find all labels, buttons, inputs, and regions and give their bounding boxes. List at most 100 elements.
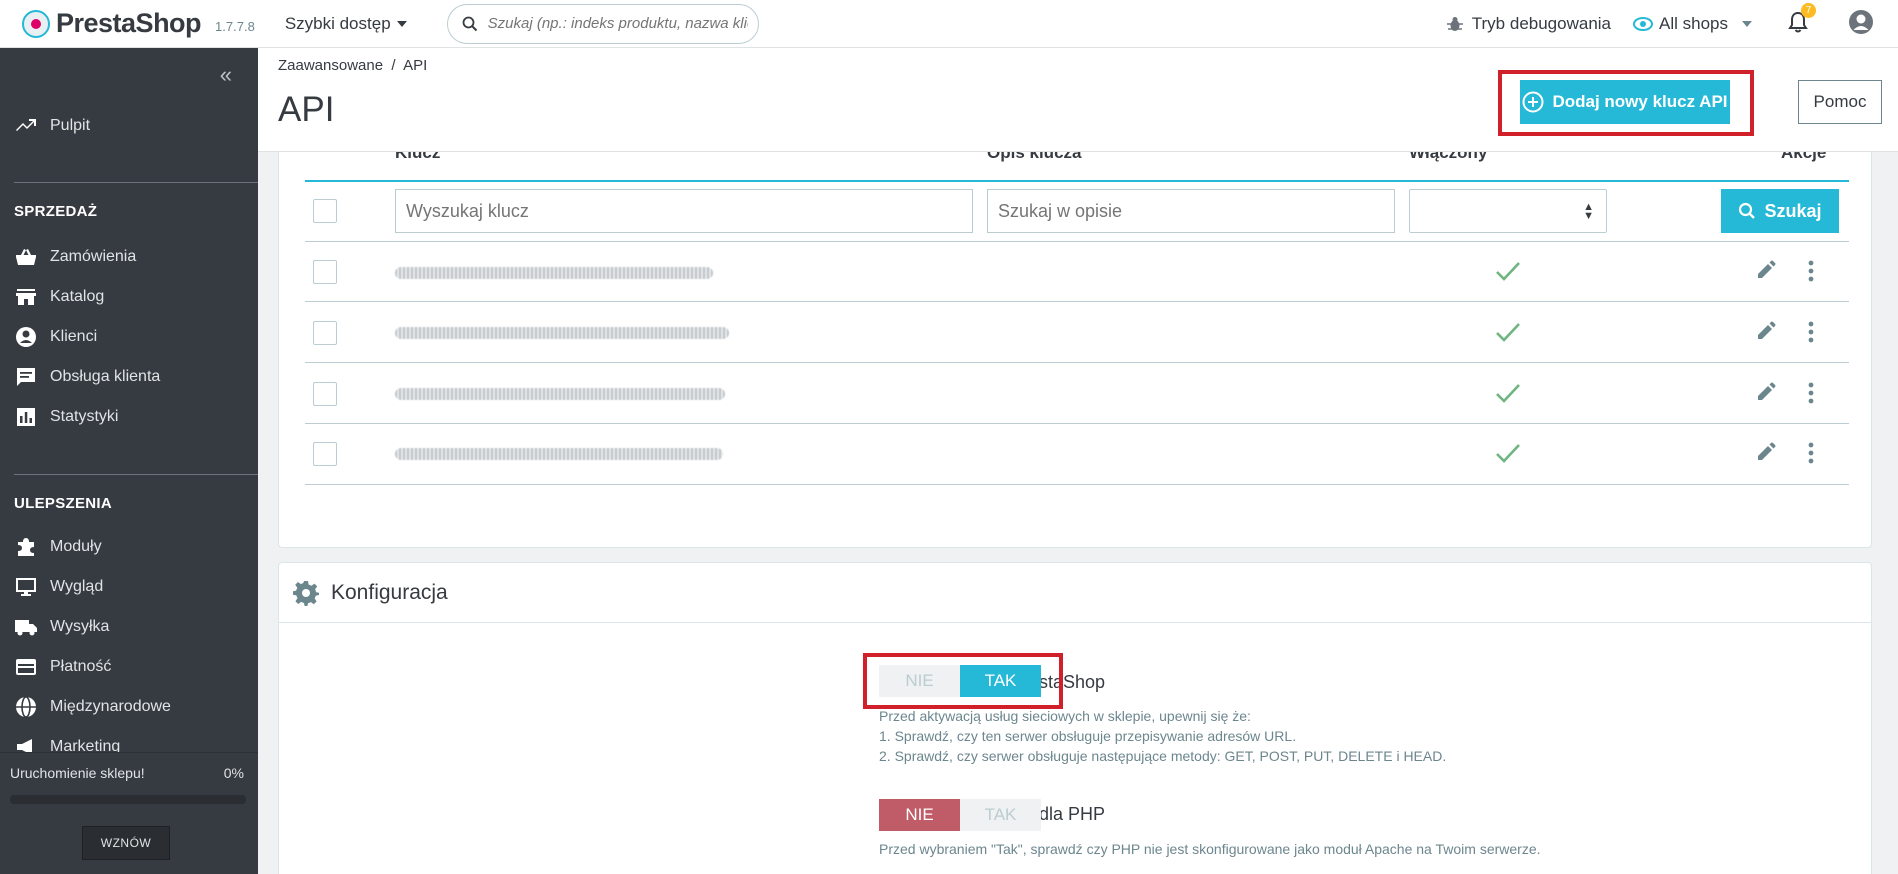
- add-api-key-label: Dodaj nowy klucz API: [1552, 92, 1728, 111]
- sidebar-item-modules[interactable]: Moduły: [14, 535, 102, 559]
- shop-selector[interactable]: All shops: [1633, 14, 1752, 34]
- prestashop-logo-icon: [22, 9, 50, 38]
- enable-cgi-help: Przed wybraniem "Tak", sprawdź czy PHP n…: [879, 841, 1541, 857]
- edit-pencil-icon[interactable]: [1755, 259, 1777, 281]
- add-api-key-button[interactable]: Dodaj nowy klucz API: [1520, 80, 1730, 124]
- bug-icon: [1446, 17, 1463, 31]
- caret-down-icon: [1742, 21, 1752, 27]
- more-actions-icon[interactable]: [1807, 259, 1815, 283]
- add-circle-icon: [1522, 91, 1544, 113]
- sidebar-item-dashboard[interactable]: Pulpit: [14, 114, 90, 138]
- store-icon: [16, 289, 36, 305]
- logo-text: PrestaShop: [56, 8, 202, 38]
- resume-button[interactable]: WZNÓW: [82, 826, 170, 860]
- search-button[interactable]: Szukaj: [1721, 189, 1839, 233]
- row-divider: [305, 241, 1849, 242]
- enable-api-help-line: 2. Sprawdź, czy serwer obsługuje następu…: [879, 748, 1447, 764]
- help-button[interactable]: Pomoc: [1798, 80, 1882, 124]
- sidebar-item-customer-service[interactable]: Obsługa klienta: [14, 365, 160, 389]
- search-box[interactable]: [446, 3, 759, 44]
- sidebar-item-label: Zamówienia: [50, 248, 137, 265]
- check-icon[interactable]: [1495, 442, 1521, 464]
- redacted-api-key: [395, 388, 725, 400]
- gear-icon: [293, 580, 319, 606]
- configuration-header: Konfiguracja: [279, 563, 1871, 623]
- account-circle-icon: [16, 327, 36, 347]
- sidebar: « Pulpit SPRZEDAŻ Zamówienia Katalog Kli…: [0, 48, 258, 874]
- redacted-api-key: [395, 267, 713, 279]
- enable-api-help: Przed aktywacją usług sieciowych w sklep…: [879, 706, 1446, 766]
- breadcrumb: Zaawansowane / API: [278, 57, 428, 74]
- puzzle-icon: [18, 538, 34, 556]
- sidebar-item-label: Międzynarodowe: [50, 698, 171, 715]
- edit-pencil-icon[interactable]: [1755, 381, 1777, 403]
- more-actions-icon[interactable]: [1807, 381, 1815, 405]
- sidebar-item-design[interactable]: Wygląd: [14, 575, 103, 599]
- enable-api-toggle[interactable]: NIE TAK: [879, 665, 1041, 697]
- row-checkbox[interactable]: [313, 382, 337, 406]
- enable-cgi-yes-option[interactable]: TAK: [960, 799, 1041, 831]
- user-menu-button[interactable]: [1848, 9, 1874, 40]
- select-arrows-icon: ▲ ▼: [1583, 201, 1594, 222]
- sidebar-item-label: Obsługa klienta: [50, 368, 161, 385]
- row-checkbox[interactable]: [313, 321, 337, 345]
- sidebar-item-label: Moduły: [50, 538, 102, 555]
- sidebar-item-shipping[interactable]: Wysyłka: [14, 615, 109, 639]
- sidebar-item-international[interactable]: Międzynarodowe: [14, 695, 171, 719]
- collapse-sidebar-icon[interactable]: «: [220, 62, 232, 88]
- notifications-button[interactable]: 7: [1788, 2, 1816, 38]
- enable-api-no-option[interactable]: NIE: [879, 665, 960, 697]
- sidebar-section-sales: SPRZEDAŻ: [14, 203, 98, 220]
- enable-api-yes-option[interactable]: TAK: [960, 665, 1041, 697]
- edit-pencil-icon[interactable]: [1755, 320, 1777, 342]
- sidebar-item-customers[interactable]: Klienci: [14, 325, 97, 349]
- more-actions-icon[interactable]: [1807, 320, 1815, 344]
- notifications-badge: 7: [1801, 2, 1816, 18]
- edit-pencil-icon[interactable]: [1755, 441, 1777, 463]
- quick-access-dropdown[interactable]: Szybki dostęp: [285, 14, 407, 34]
- row-divider: [305, 301, 1849, 302]
- version-label: 1.7.7.8: [215, 19, 255, 34]
- truck-icon: [15, 620, 37, 636]
- basket-icon: [16, 249, 36, 265]
- sidebar-divider: [14, 182, 258, 183]
- enable-cgi-no-option[interactable]: NIE: [879, 799, 960, 831]
- store-launch-progress-bar: [10, 795, 246, 804]
- filter-description-input[interactable]: [987, 189, 1395, 233]
- table-header-line: [305, 180, 1849, 182]
- sidebar-item-catalog[interactable]: Katalog: [14, 285, 104, 309]
- check-icon[interactable]: [1495, 321, 1521, 343]
- search-icon: [1739, 202, 1756, 219]
- page-header: Zaawansowane / API API Dodaj nowy klucz …: [258, 48, 1898, 152]
- filter-key-input[interactable]: [395, 189, 973, 233]
- sidebar-divider: [14, 474, 258, 475]
- top-bar: PrestaShop 1.7.7.8 Szybki dostęp Tryb de…: [0, 0, 1898, 48]
- enable-cgi-toggle[interactable]: NIE TAK: [879, 799, 1041, 831]
- row-divider: [305, 362, 1849, 363]
- sidebar-item-orders[interactable]: Zamówienia: [14, 245, 136, 269]
- quick-access-label: Szybki dostęp: [284, 13, 391, 33]
- row-checkbox[interactable]: [313, 260, 337, 284]
- eye-icon: [1633, 17, 1654, 31]
- row-checkbox[interactable]: [313, 442, 337, 466]
- enable-api-help-line: Przed aktywacją usług sieciowych w sklep…: [879, 708, 1251, 724]
- sidebar-item-payment[interactable]: Płatność: [14, 655, 111, 679]
- check-icon[interactable]: [1495, 260, 1521, 282]
- trending-up-icon: [16, 119, 36, 131]
- sidebar-item-stats[interactable]: Statystyki: [14, 405, 118, 429]
- redacted-api-key: [395, 448, 723, 460]
- row-divider: [305, 484, 1849, 485]
- select-all-checkbox[interactable]: [313, 199, 337, 223]
- debug-mode-indicator[interactable]: Tryb debugowania: [1446, 14, 1611, 34]
- search-input[interactable]: [487, 15, 748, 32]
- logo[interactable]: PrestaShop 1.7.7.8: [22, 8, 255, 39]
- globe-icon: [16, 696, 36, 718]
- debug-mode-label: Tryb debugowania: [1471, 14, 1612, 33]
- sidebar-item-label: Płatność: [50, 658, 112, 675]
- monitor-icon: [16, 578, 36, 596]
- more-actions-icon[interactable]: [1807, 441, 1815, 465]
- row-divider: [305, 423, 1849, 424]
- filter-enabled-select[interactable]: ▲ ▼: [1409, 189, 1607, 233]
- sidebar-item-label: Katalog: [50, 288, 105, 305]
- check-icon[interactable]: [1495, 382, 1521, 404]
